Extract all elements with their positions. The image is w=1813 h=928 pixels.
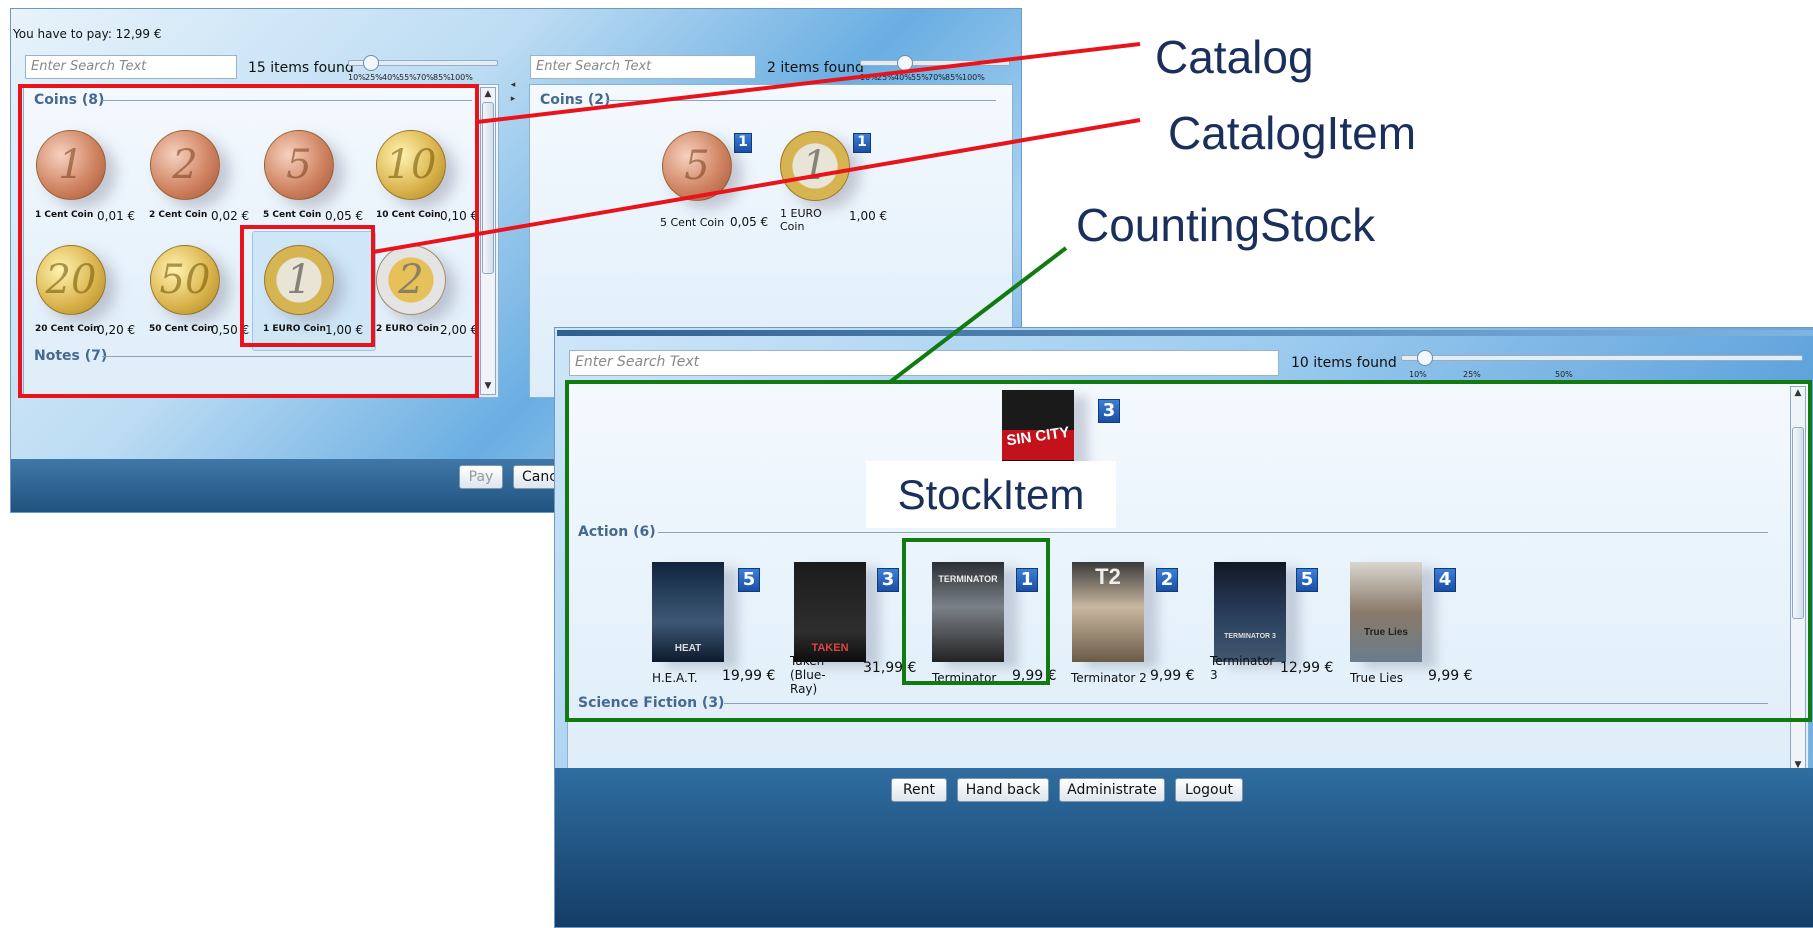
catalog-item-pointer-line — [372, 118, 1141, 254]
annotation-stock-item: StockItem — [866, 461, 1116, 528]
catalog-item-highlight-box — [240, 225, 375, 347]
counting-stock-pointer-line — [888, 246, 1068, 384]
annotation-catalog: Catalog — [1155, 31, 1314, 83]
annotation-catalog-item: CatalogItem — [1168, 107, 1417, 159]
stock-item-highlight-box — [902, 538, 1050, 685]
counting-stock-highlight-box — [565, 380, 1812, 722]
catalog-highlight-box — [18, 84, 479, 398]
annotation-counting-stock: CountingStock — [1076, 199, 1376, 251]
catalog-pointer-line — [476, 42, 1141, 124]
